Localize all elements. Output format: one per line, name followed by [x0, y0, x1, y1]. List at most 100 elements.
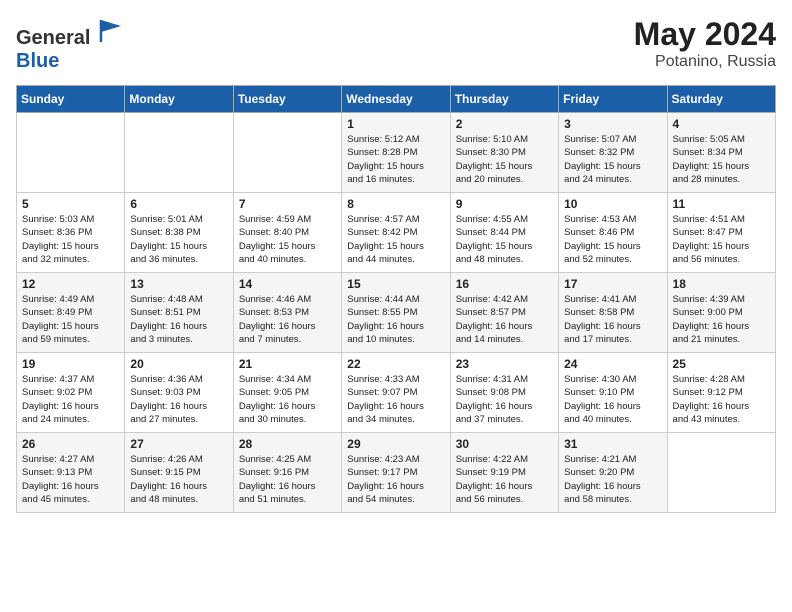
day-info: Sunrise: 4:39 AM Sunset: 9:00 PM Dayligh… — [673, 293, 771, 346]
day-info: Sunrise: 4:59 AM Sunset: 8:40 PM Dayligh… — [239, 213, 337, 266]
day-header-saturday: Saturday — [667, 86, 775, 113]
day-info: Sunrise: 5:01 AM Sunset: 8:38 PM Dayligh… — [130, 213, 228, 266]
day-info: Sunrise: 4:36 AM Sunset: 9:03 PM Dayligh… — [130, 373, 228, 426]
calendar-cell — [233, 113, 341, 193]
title-block: May 2024 Potanino, Russia — [634, 16, 776, 71]
calendar-cell: 14 Sunrise: 4:46 AM Sunset: 8:53 PM Dayli… — [233, 273, 341, 353]
calendar-cell: 13 Sunrise: 4:48 AM Sunset: 8:51 PM Dayli… — [125, 273, 233, 353]
calendar-week-4: 19 Sunrise: 4:37 AM Sunset: 9:02 PM Dayli… — [17, 353, 776, 433]
day-number: 25 — [673, 357, 771, 371]
day-info: Sunrise: 4:53 AM Sunset: 8:46 PM Dayligh… — [564, 213, 662, 266]
day-info: Sunrise: 4:30 AM Sunset: 9:10 PM Dayligh… — [564, 373, 662, 426]
day-number: 5 — [22, 197, 120, 211]
day-header-wednesday: Wednesday — [342, 86, 450, 113]
calendar-cell: 18 Sunrise: 4:39 AM Sunset: 9:00 PM Dayli… — [667, 273, 775, 353]
day-header-sunday: Sunday — [17, 86, 125, 113]
day-number: 9 — [456, 197, 554, 211]
calendar-cell: 1 Sunrise: 5:12 AM Sunset: 8:28 PM Daylig… — [342, 113, 450, 193]
day-number: 23 — [456, 357, 554, 371]
day-number: 18 — [673, 277, 771, 291]
day-info: Sunrise: 4:46 AM Sunset: 8:53 PM Dayligh… — [239, 293, 337, 346]
day-header-friday: Friday — [559, 86, 667, 113]
logo-flag-icon — [97, 16, 125, 44]
day-number: 16 — [456, 277, 554, 291]
day-info: Sunrise: 4:34 AM Sunset: 9:05 PM Dayligh… — [239, 373, 337, 426]
day-number: 21 — [239, 357, 337, 371]
page-header: General Blue May 2024 Potanino, Russia — [16, 16, 776, 73]
day-info: Sunrise: 4:33 AM Sunset: 9:07 PM Dayligh… — [347, 373, 445, 426]
day-number: 14 — [239, 277, 337, 291]
day-number: 30 — [456, 437, 554, 451]
day-number: 6 — [130, 197, 228, 211]
day-number: 3 — [564, 117, 662, 131]
day-info: Sunrise: 4:25 AM Sunset: 9:16 PM Dayligh… — [239, 453, 337, 506]
location-subtitle: Potanino, Russia — [634, 53, 776, 71]
day-info: Sunrise: 4:37 AM Sunset: 9:02 PM Dayligh… — [22, 373, 120, 426]
day-info: Sunrise: 5:12 AM Sunset: 8:28 PM Dayligh… — [347, 133, 445, 186]
day-number: 22 — [347, 357, 445, 371]
day-number: 8 — [347, 197, 445, 211]
day-number: 2 — [456, 117, 554, 131]
day-number: 11 — [673, 197, 771, 211]
calendar-cell: 25 Sunrise: 4:28 AM Sunset: 9:12 PM Dayli… — [667, 353, 775, 433]
calendar-week-1: 1 Sunrise: 5:12 AM Sunset: 8:28 PM Daylig… — [17, 113, 776, 193]
day-number: 17 — [564, 277, 662, 291]
day-number: 4 — [673, 117, 771, 131]
day-number: 10 — [564, 197, 662, 211]
calendar-week-5: 26 Sunrise: 4:27 AM Sunset: 9:13 PM Dayli… — [17, 433, 776, 513]
calendar-cell: 5 Sunrise: 5:03 AM Sunset: 8:36 PM Daylig… — [17, 193, 125, 273]
calendar-cell: 7 Sunrise: 4:59 AM Sunset: 8:40 PM Daylig… — [233, 193, 341, 273]
calendar-cell: 28 Sunrise: 4:25 AM Sunset: 9:16 PM Dayli… — [233, 433, 341, 513]
day-number: 13 — [130, 277, 228, 291]
calendar-cell: 20 Sunrise: 4:36 AM Sunset: 9:03 PM Dayli… — [125, 353, 233, 433]
calendar-cell: 22 Sunrise: 4:33 AM Sunset: 9:07 PM Dayli… — [342, 353, 450, 433]
day-info: Sunrise: 5:05 AM Sunset: 8:34 PM Dayligh… — [673, 133, 771, 186]
day-info: Sunrise: 4:26 AM Sunset: 9:15 PM Dayligh… — [130, 453, 228, 506]
calendar-cell — [667, 433, 775, 513]
day-header-thursday: Thursday — [450, 86, 558, 113]
calendar-cell: 6 Sunrise: 5:01 AM Sunset: 8:38 PM Daylig… — [125, 193, 233, 273]
day-number: 19 — [22, 357, 120, 371]
day-info: Sunrise: 4:31 AM Sunset: 9:08 PM Dayligh… — [456, 373, 554, 426]
calendar-cell: 12 Sunrise: 4:49 AM Sunset: 8:49 PM Dayli… — [17, 273, 125, 353]
day-info: Sunrise: 4:44 AM Sunset: 8:55 PM Dayligh… — [347, 293, 445, 346]
day-number: 7 — [239, 197, 337, 211]
calendar-cell: 15Sunrise: 4:44 AM Sunset: 8:55 PM Dayli… — [342, 273, 450, 353]
logo-blue: Blue — [16, 50, 59, 72]
day-number: 27 — [130, 437, 228, 451]
day-header-tuesday: Tuesday — [233, 86, 341, 113]
day-info: Sunrise: 5:03 AM Sunset: 8:36 PM Dayligh… — [22, 213, 120, 266]
logo: General Blue — [16, 16, 125, 73]
day-info: Sunrise: 4:28 AM Sunset: 9:12 PM Dayligh… — [673, 373, 771, 426]
logo-text: General Blue — [16, 16, 125, 73]
day-info: Sunrise: 5:10 AM Sunset: 8:30 PM Dayligh… — [456, 133, 554, 186]
calendar-cell: 29Sunrise: 4:23 AM Sunset: 9:17 PM Dayli… — [342, 433, 450, 513]
calendar-cell: 10 Sunrise: 4:53 AM Sunset: 8:46 PM Dayli… — [559, 193, 667, 273]
day-info: Sunrise: 4:49 AM Sunset: 8:49 PM Dayligh… — [22, 293, 120, 346]
day-number: 24 — [564, 357, 662, 371]
day-number: 20 — [130, 357, 228, 371]
calendar-cell: 9 Sunrise: 4:55 AM Sunset: 8:44 PM Daylig… — [450, 193, 558, 273]
day-info: Sunrise: 4:51 AM Sunset: 8:47 PM Dayligh… — [673, 213, 771, 266]
calendar-week-2: 5 Sunrise: 5:03 AM Sunset: 8:36 PM Daylig… — [17, 193, 776, 273]
day-number: 26 — [22, 437, 120, 451]
day-info: Sunrise: 4:22 AM Sunset: 9:19 PM Dayligh… — [456, 453, 554, 506]
day-info: Sunrise: 4:42 AM Sunset: 8:57 PM Dayligh… — [456, 293, 554, 346]
calendar-cell: 27 Sunrise: 4:26 AM Sunset: 9:15 PM Dayli… — [125, 433, 233, 513]
day-info: Sunrise: 4:57 AM Sunset: 8:42 PM Dayligh… — [347, 213, 445, 266]
logo-general: General — [16, 27, 90, 49]
calendar-cell: 16 Sunrise: 4:42 AM Sunset: 8:57 PM Dayli… — [450, 273, 558, 353]
day-info: Sunrise: 4:48 AM Sunset: 8:51 PM Dayligh… — [130, 293, 228, 346]
day-number: 12 — [22, 277, 120, 291]
calendar-cell: 11 Sunrise: 4:51 AM Sunset: 8:47 PM Dayli… — [667, 193, 775, 273]
calendar-cell: 4 Sunrise: 5:05 AM Sunset: 8:34 PM Daylig… — [667, 113, 775, 193]
day-info: Sunrise: 4:27 AM Sunset: 9:13 PM Dayligh… — [22, 453, 120, 506]
day-number: 29 — [347, 437, 445, 451]
day-info: Sunrise: 4:41 AM Sunset: 8:58 PM Dayligh… — [564, 293, 662, 346]
calendar-week-3: 12 Sunrise: 4:49 AM Sunset: 8:49 PM Dayli… — [17, 273, 776, 353]
day-number: 1 — [347, 117, 445, 131]
calendar-cell: 21 Sunrise: 4:34 AM Sunset: 9:05 PM Dayli… — [233, 353, 341, 433]
day-info: Sunrise: 4:55 AM Sunset: 8:44 PM Dayligh… — [456, 213, 554, 266]
calendar-cell: 19 Sunrise: 4:37 AM Sunset: 9:02 PM Dayli… — [17, 353, 125, 433]
day-number: 28 — [239, 437, 337, 451]
